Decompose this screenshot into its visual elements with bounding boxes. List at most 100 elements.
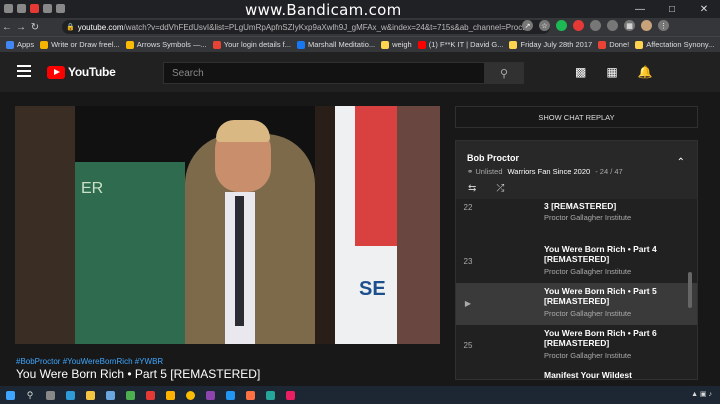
star-icon[interactable]: ☆	[539, 20, 550, 31]
bookmark-icon	[598, 40, 607, 49]
app-icon[interactable]	[120, 386, 140, 404]
shuffle-icon[interactable]: ⤮	[496, 183, 504, 194]
playlist-position: - 24 / 47	[595, 167, 623, 176]
playlist-item-current[interactable]: ▶ You Were Born Rich • Part 5 [REMASTERED…	[456, 283, 697, 325]
playlist-controls: ⇆ ⤮	[468, 183, 504, 194]
bookmark-item[interactable]: Affectation Synony...	[635, 40, 714, 49]
playlist-item-thumbnail[interactable]	[480, 329, 538, 363]
reload-icon[interactable]: ↻	[28, 22, 42, 33]
profile-avatar-icon[interactable]	[641, 20, 652, 31]
bookmark-item[interactable]: Your login details f...	[212, 40, 292, 49]
bookmark-item[interactable]: (1) F**K IT | David G...	[417, 40, 504, 49]
playlist-item-number: 23	[463, 257, 473, 266]
playlist-item-title: 3 [REMASTERED]	[544, 201, 617, 211]
video-player[interactable]: ER SE	[15, 106, 440, 344]
playlist-item-title: You Were Born Rich • Part 5 [REMASTERED]	[544, 286, 657, 306]
tab-icons[interactable]	[4, 4, 65, 13]
apps-grid-icon[interactable]: ▦	[606, 65, 617, 79]
app-icon[interactable]	[280, 386, 300, 404]
playlist-item[interactable]: 26Manifest Your Wildest Dreams with Visi…	[456, 367, 697, 380]
forward-icon[interactable]: →	[14, 22, 28, 33]
bookmark-item[interactable]: Marshall Meditatio...	[297, 40, 375, 49]
playlist-title[interactable]: Bob Proctor	[467, 153, 519, 163]
playlist-item-thumbnail[interactable]	[480, 203, 538, 237]
playlist-item[interactable]: 23 You Were Born Rich • Part 4 [REMASTERE…	[456, 241, 697, 283]
share-icon[interactable]: ↗	[522, 20, 533, 31]
bookmark-icon	[381, 40, 390, 49]
playlist-item[interactable]: 22 3 [REMASTERED] Proctor Gallagher Instit…	[456, 199, 697, 241]
app-icon[interactable]	[200, 386, 220, 404]
extension-icon[interactable]	[607, 20, 618, 31]
bookmark-icon	[509, 40, 518, 49]
chalkboard: ER	[75, 162, 185, 344]
loop-icon[interactable]: ⇆	[468, 183, 476, 194]
url-host: youtube.com	[77, 22, 124, 32]
search-button[interactable]: ⚲	[484, 62, 524, 84]
playlist-item-title: Manifest Your Wildest Dreams with Vision…	[544, 370, 632, 380]
extension-green-icon[interactable]	[556, 20, 567, 31]
notifications-bell-icon[interactable]: 🔔	[638, 65, 653, 79]
now-playing-icon: ▶	[464, 299, 472, 308]
minimize-icon[interactable]: —	[624, 0, 656, 18]
file-explorer-icon[interactable]	[80, 386, 100, 404]
unlisted-badge: ⚭ Unlisted	[467, 167, 503, 176]
bookmark-item[interactable]: Write or Draw freel...	[40, 40, 120, 49]
bookmark-item[interactable]: Friday July 28th 2017	[509, 40, 592, 49]
bookmark-icon	[212, 40, 221, 49]
puzzle-icon[interactable]: ▦	[624, 20, 635, 31]
search-input[interactable]: Search	[163, 62, 485, 84]
app-icon[interactable]	[260, 386, 280, 404]
playlist-owner[interactable]: Warriors Fan Since 2020	[508, 167, 591, 176]
bookmark-label: Apps	[17, 40, 35, 49]
hamburger-menu-icon[interactable]	[17, 65, 31, 77]
create-video-icon[interactable]: ▩	[575, 65, 586, 79]
playlist-item[interactable]: 25 You Were Born Rich • Part 6 [REMASTERE…	[456, 325, 697, 367]
bookmark-item[interactable]: weigh	[381, 40, 412, 49]
playlist-item-channel: Proctor Gallagher Institute	[544, 267, 632, 276]
extensions: ↗ ☆ ▦ ⋮	[522, 20, 669, 31]
app-icon[interactable]	[240, 386, 260, 404]
video-title: You Were Born Rich • Part 5 [REMASTERED]	[16, 367, 261, 381]
youtube-header: YouTube Search ⚲ ▩ ▦ 🔔	[0, 52, 720, 92]
app-icon[interactable]	[220, 386, 240, 404]
task-view-icon[interactable]	[40, 386, 60, 404]
youtube-logo[interactable]: YouTube	[47, 65, 116, 79]
playlist-item-thumbnail[interactable]	[480, 245, 538, 279]
edge-icon[interactable]	[60, 386, 80, 404]
bookmark-icon	[125, 40, 134, 49]
bookmark-label: Done!	[609, 40, 630, 49]
bookmark-label: Marshall Meditatio...	[308, 40, 376, 49]
show-chat-replay-button[interactable]: SHOW CHAT REPLAY	[455, 106, 698, 128]
system-tray[interactable]: ▲ ▣ ♪	[691, 390, 712, 398]
bookmark-label: Arrows Symbols —...	[136, 40, 207, 49]
playlist-item-thumbnail[interactable]	[480, 287, 538, 321]
start-icon[interactable]	[0, 386, 20, 404]
chrome-icon[interactable]	[180, 386, 200, 404]
bookmark-label: (1) F**K IT | David G...	[428, 40, 504, 49]
app-icon[interactable]	[160, 386, 180, 404]
maximize-icon[interactable]: □	[656, 0, 688, 18]
extension-red-icon[interactable]	[573, 20, 584, 31]
playlist-item-title: You Were Born Rich • Part 6 [REMASTERED]	[544, 328, 657, 348]
youtube-play-icon	[47, 65, 65, 79]
bookmark-item[interactable]: Apps	[6, 40, 34, 49]
youtube-wordmark: YouTube	[68, 65, 116, 79]
bookmark-item[interactable]: Arrows Symbols —...	[125, 40, 207, 49]
header-icons: ▩ ▦ 🔔	[575, 65, 653, 79]
menu-dots-icon[interactable]: ⋮	[658, 20, 669, 31]
url-field[interactable]: 🔒 youtube.com/watch?v=ddVhFEdUsvI&list=P…	[62, 20, 550, 34]
playlist-scrollbar[interactable]	[688, 272, 692, 308]
store-icon[interactable]	[100, 386, 120, 404]
collapse-chevron-icon[interactable]: ⌃	[677, 157, 685, 168]
playlist-item-thumbnail[interactable]	[480, 371, 538, 379]
bookmark-icon	[6, 40, 14, 49]
close-icon[interactable]: ✕	[688, 0, 720, 18]
lock-icon: 🔒	[66, 24, 75, 31]
extension-icon[interactable]	[590, 20, 601, 31]
taskbar-search-icon[interactable]: ⚲	[20, 386, 40, 404]
video-hashtags[interactable]: #BobProctor #YouWereBornRich #YWBR	[16, 357, 163, 366]
back-icon[interactable]: ←	[0, 22, 14, 33]
app-icon[interactable]	[140, 386, 160, 404]
bookmark-label: Your login details f...	[223, 40, 292, 49]
bookmark-item[interactable]: Done!	[598, 40, 629, 49]
